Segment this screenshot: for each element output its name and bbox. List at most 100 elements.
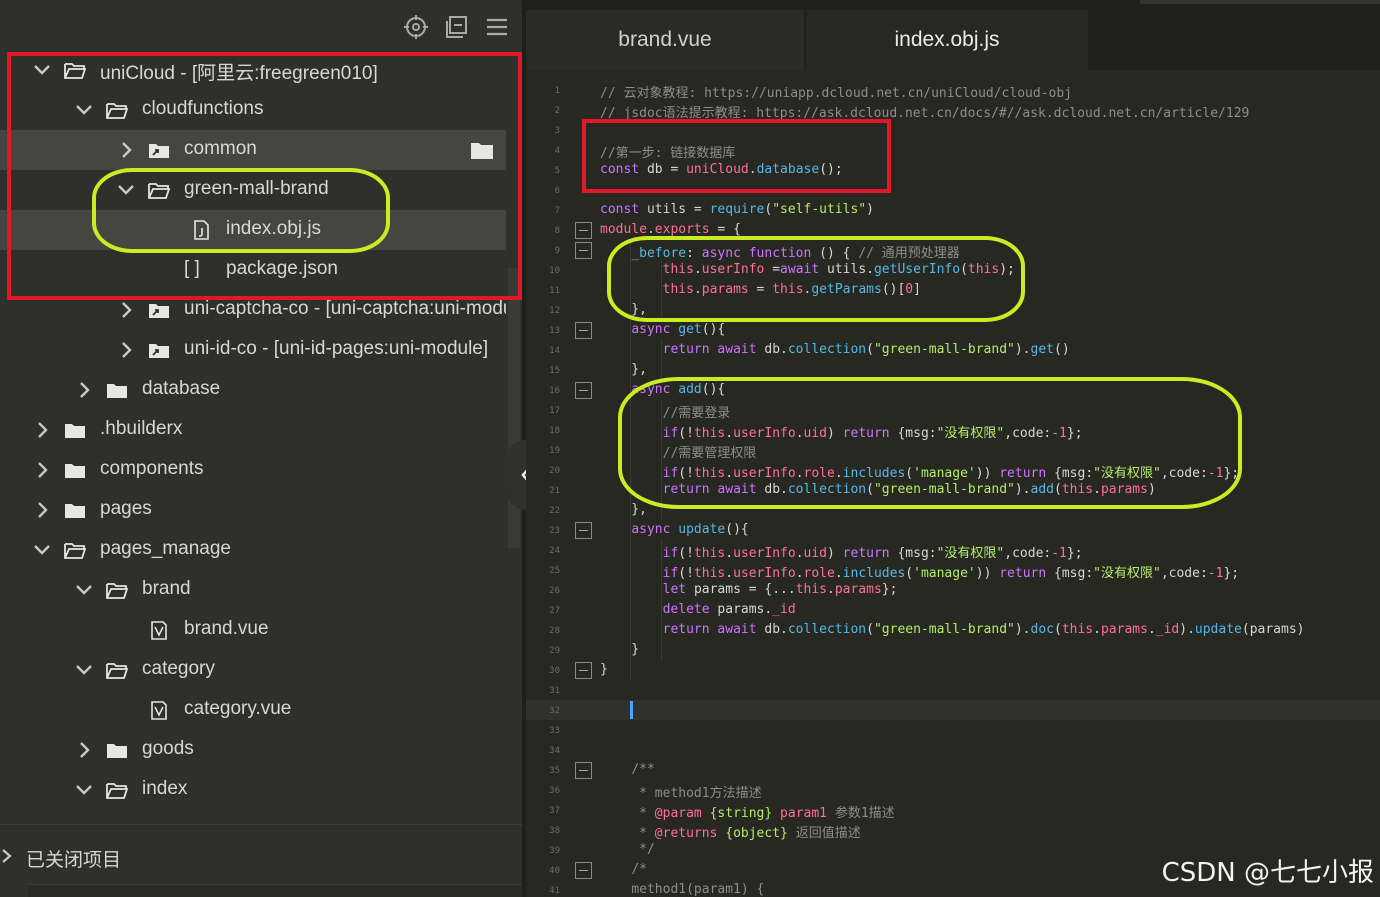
chevron-down-icon[interactable] (74, 780, 94, 800)
code-text: /* (600, 862, 647, 877)
closed-projects-section[interactable]: 已关闭项目 (0, 838, 522, 874)
chevron-down-icon[interactable] (74, 660, 94, 680)
tree-item-components[interactable]: components (0, 450, 506, 490)
indent-guide (661, 540, 662, 660)
code-line[interactable]: 38 * @returns {object} 返回值描述 (526, 820, 1380, 841)
chevron-right-icon[interactable] (32, 460, 52, 480)
code-text: return await db.collection("green-mall-b… (600, 622, 1305, 637)
chevron-right-icon (0, 847, 14, 865)
fold-toggle-icon[interactable] (575, 522, 592, 539)
code-token: ( (866, 622, 874, 637)
code-token: get (678, 322, 702, 337)
folder-open-icon (106, 660, 129, 680)
code-line[interactable]: 31 (526, 680, 1380, 700)
chevron-down-icon[interactable] (32, 540, 52, 560)
collapse-all-icon[interactable] (444, 14, 470, 40)
tree-item-hbuilderx[interactable]: .hbuilderx (0, 410, 506, 450)
tab-brand-vue[interactable]: brand.vue (526, 10, 804, 70)
code-text: async update(){ (600, 522, 749, 537)
code-line[interactable]: 35 /** (526, 760, 1380, 780)
code-line[interactable]: 26 let params = {...this.params}; (526, 580, 1380, 600)
horizontal-scrollbar[interactable] (28, 884, 522, 897)
code-line[interactable]: 27 delete params._id (526, 600, 1380, 620)
code-token: . (834, 566, 843, 581)
code-line[interactable]: 34 (526, 740, 1380, 760)
code-token: require (709, 202, 765, 217)
code-text: } (600, 662, 608, 677)
code-token: exports (654, 222, 710, 237)
code-token: userInfo (733, 566, 796, 581)
chevron-right-icon[interactable] (116, 340, 136, 360)
target-icon[interactable] (403, 14, 429, 40)
code-token: ( (905, 566, 914, 581)
code-line[interactable]: 33 (526, 720, 1380, 740)
code-token: "green-mall-brand" (873, 622, 1015, 637)
chevron-right-icon[interactable] (116, 300, 136, 320)
fold-toggle-icon[interactable] (575, 662, 592, 679)
chevron-right-icon[interactable] (74, 740, 94, 760)
code-token: this (1061, 622, 1094, 637)
line-number: 25 (549, 566, 560, 576)
fold-toggle-icon[interactable] (575, 382, 592, 399)
folder-icon (64, 500, 86, 520)
code-line[interactable]: 24 if(!this.userInfo.uid) return {msg:"没… (526, 540, 1380, 561)
code-token: "self-utils" (772, 202, 867, 217)
code-line[interactable]: 7 const utils = require("self-utils") (526, 200, 1380, 220)
fold-toggle-icon[interactable] (575, 322, 592, 339)
code-line[interactable]: 36 * method1方法描述 (526, 780, 1380, 801)
code-line[interactable]: 30} (526, 660, 1380, 680)
tree-item-category[interactable]: category (0, 650, 506, 690)
fold-toggle-icon[interactable] (575, 222, 592, 239)
code-token: /* (631, 862, 647, 877)
line-number: 32 (549, 706, 560, 716)
line-number: 24 (549, 546, 560, 556)
chevron-right-icon[interactable] (32, 500, 52, 520)
tree-item-label: database (142, 378, 221, 399)
chevron-right-icon[interactable] (32, 420, 52, 440)
code-line[interactable]: 28 return await db.collection("green-mal… (526, 620, 1380, 640)
tab-index-obj-js[interactable]: index.obj.js (806, 10, 1088, 70)
tree-item-pages-manage[interactable]: pages_manage (0, 530, 506, 570)
code-token: doc (1030, 622, 1054, 637)
line-number: 2 (554, 106, 560, 116)
tree-item-brand[interactable]: brand (0, 570, 506, 610)
code-token: @returns (654, 826, 726, 841)
tab-bar-accent (1140, 0, 1380, 4)
code-line[interactable]: 32 (526, 700, 1380, 720)
code-token: (! (678, 566, 694, 581)
tree-item-brand-vue[interactable]: brand.vue (0, 610, 506, 650)
code-token: {string} (709, 806, 781, 821)
chevron-down-icon[interactable] (74, 580, 94, 600)
code-token: "green-mall-brand" (873, 342, 1015, 357)
fold-toggle-icon[interactable] (575, 862, 592, 879)
code-token: */ (631, 842, 655, 857)
tree-item-goods[interactable]: goods (0, 730, 506, 770)
code-line[interactable]: 29 } (526, 640, 1380, 660)
code-line[interactable]: 13 async get(){ (526, 320, 1380, 340)
code-line[interactable]: 2// jsdoc语法提示教程: https://ask.dcloud.net.… (526, 100, 1380, 121)
fold-toggle-icon[interactable] (575, 242, 592, 259)
tree-item-category-vue[interactable]: category.vue (0, 690, 506, 730)
folder-link-icon (148, 340, 170, 360)
code-line[interactable]: 25 if(!this.userInfo.role.includes('mana… (526, 560, 1380, 581)
chevron-right-icon[interactable] (74, 380, 94, 400)
fold-toggle-icon[interactable] (575, 762, 592, 779)
tree-item-pages[interactable]: pages (0, 490, 506, 530)
code-token: return await (662, 342, 765, 357)
code-token: update (1194, 622, 1242, 637)
code-token: {msg: (897, 546, 937, 561)
code-token: * method1方法描述 (631, 786, 762, 801)
code-token: (){ (725, 522, 749, 537)
menu-icon[interactable] (484, 14, 510, 40)
tree-item-index[interactable]: index (0, 770, 506, 810)
code-text: /** (600, 762, 654, 777)
code-text: let params = {...this.params}; (600, 582, 898, 597)
code-line[interactable]: 23 async update(){ (526, 520, 1380, 540)
tree-item-database[interactable]: database (0, 370, 506, 410)
code-line[interactable]: 14 return await db.collection("green-mal… (526, 340, 1380, 360)
code-line[interactable]: 37 * @param {string} param1 参数1描述 (526, 800, 1380, 821)
code-token: ( (1054, 622, 1062, 637)
tree-item-uni-id-co[interactable]: uni-id-co - [uni-id-pages:uni-module] (0, 330, 506, 370)
code-line[interactable]: 1 // 云对象教程: https://uniapp.dcloud.net.cn/… (526, 80, 1380, 101)
